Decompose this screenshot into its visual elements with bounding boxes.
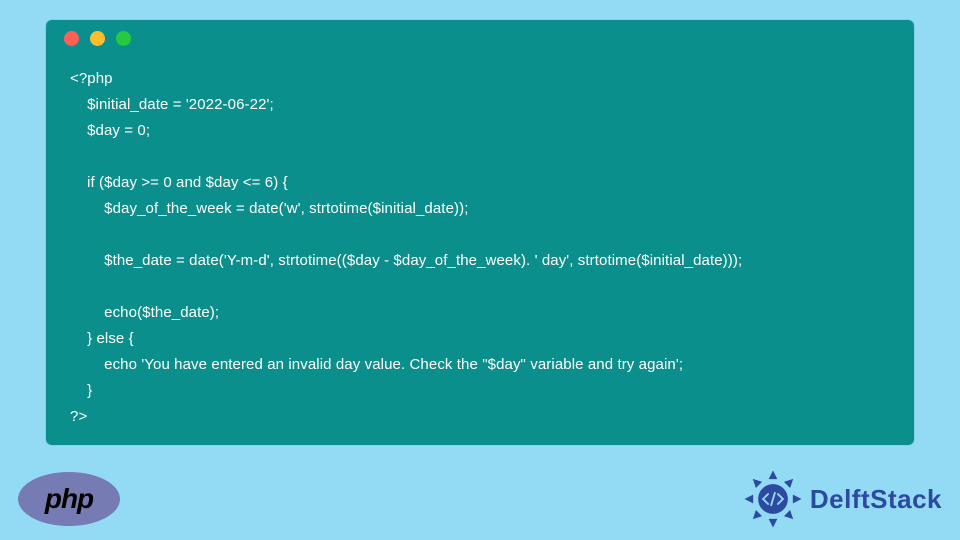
php-logo-text: php: [45, 483, 93, 515]
code-line: } else {: [70, 326, 890, 352]
delftstack-label: DelftStack: [810, 484, 942, 515]
code-line: if ($day >= 0 and $day <= 6) {: [70, 170, 890, 196]
code-line: [70, 274, 890, 300]
code-line: $day_of_the_week = date('w', strtotime($…: [70, 196, 890, 222]
code-line: $day = 0;: [70, 118, 890, 144]
code-line: ?>: [70, 404, 890, 430]
code-window: <?php $initial_date = '2022-06-22'; $day…: [46, 20, 914, 445]
php-logo-icon: php: [18, 472, 120, 526]
code-line: echo 'You have entered an invalid day va…: [70, 352, 890, 378]
code-line: <?php: [70, 66, 890, 92]
code-line: echo($the_date);: [70, 300, 890, 326]
code-block: <?php $initial_date = '2022-06-22'; $day…: [46, 56, 914, 430]
delftstack-logo: DelftStack: [742, 468, 942, 530]
code-line: [70, 144, 890, 170]
traffic-light-zoom-icon: [116, 31, 131, 46]
code-line: $initial_date = '2022-06-22';: [70, 92, 890, 118]
code-line: $the_date = date('Y-m-d', strtotime(($da…: [70, 248, 890, 274]
window-titlebar: [46, 20, 914, 56]
traffic-light-minimize-icon: [90, 31, 105, 46]
traffic-light-close-icon: [64, 31, 79, 46]
code-line: }: [70, 378, 890, 404]
code-line: [70, 222, 890, 248]
delftstack-mark-icon: [742, 468, 804, 530]
